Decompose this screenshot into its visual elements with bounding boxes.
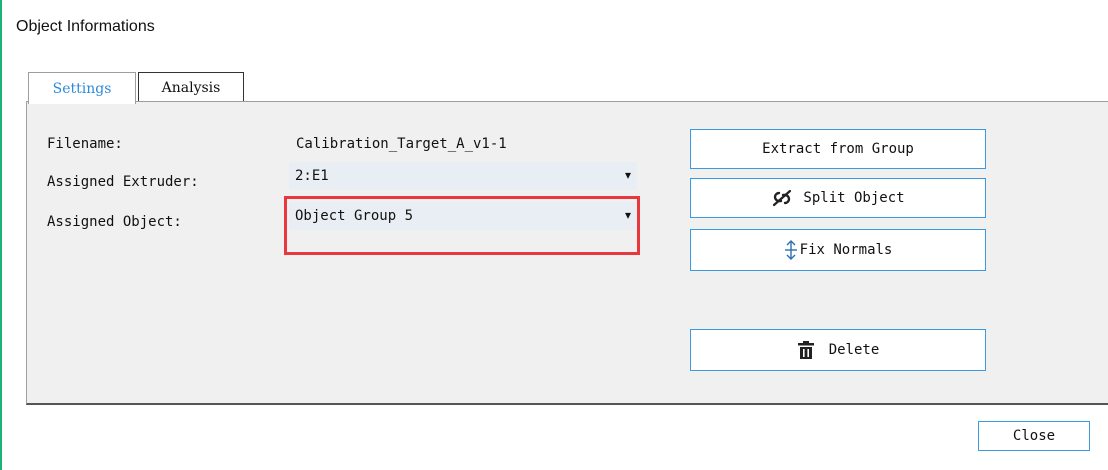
assigned-extruder-select[interactable]: 2:E1 ▼ bbox=[289, 162, 637, 190]
fix-normals-button[interactable]: Fix Normals bbox=[690, 229, 986, 271]
window-title: Object Informations bbox=[16, 18, 155, 35]
tab-settings[interactable]: Settings bbox=[28, 72, 136, 104]
assigned-object-label: Assigned Object: bbox=[47, 214, 182, 230]
delete-button[interactable]: Delete bbox=[690, 329, 986, 371]
split-object-button[interactable]: Split Object bbox=[690, 178, 986, 218]
assigned-extruder-label: Assigned Extruder: bbox=[47, 174, 199, 190]
extract-from-group-button[interactable]: Extract from Group bbox=[690, 129, 986, 169]
filename-value: Calibration_Target_A_v1-1 bbox=[296, 136, 507, 152]
delete-label: Delete bbox=[828, 342, 880, 358]
highlight-box bbox=[284, 196, 640, 255]
caret-down-icon: ▼ bbox=[624, 170, 631, 182]
extract-from-group-label: Extract from Group bbox=[762, 141, 914, 157]
vertical-arrows-icon bbox=[784, 240, 798, 260]
tab-analysis[interactable]: Analysis bbox=[138, 72, 244, 102]
assigned-extruder-value: 2:E1 bbox=[295, 168, 329, 184]
unlink-icon bbox=[771, 189, 793, 207]
window-edge-accent bbox=[0, 0, 2, 470]
filename-label: Filename: bbox=[47, 136, 123, 152]
trash-icon bbox=[797, 340, 815, 360]
split-object-label: Split Object bbox=[803, 190, 905, 206]
close-button[interactable]: Close bbox=[978, 421, 1090, 451]
fix-normals-label: Fix Normals bbox=[799, 242, 893, 258]
